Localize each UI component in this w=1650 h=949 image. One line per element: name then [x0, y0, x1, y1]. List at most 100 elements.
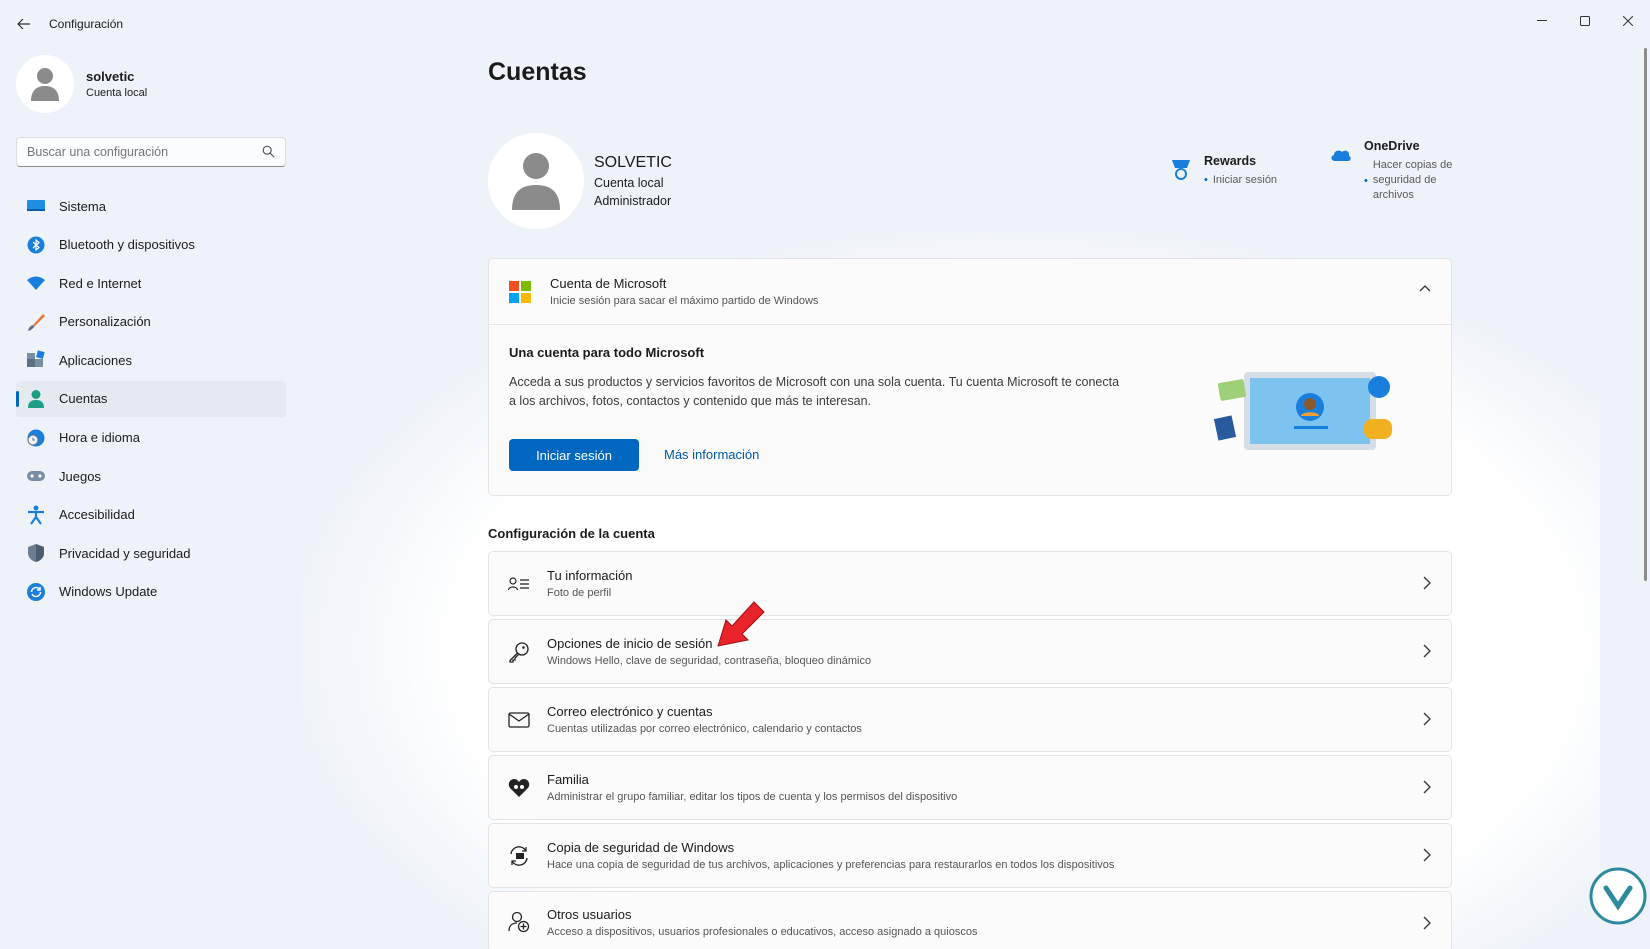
profile-header: SOLVETIC Cuenta local Administrador: [488, 133, 672, 229]
close-button[interactable]: [1606, 6, 1650, 36]
person-silhouette-icon: [31, 68, 59, 101]
microsoft-account-description: Acceda a sus productos y servicios favor…: [509, 375, 1120, 408]
microsoft-account-header[interactable]: Cuenta de Microsoft Inicie sesión para s…: [489, 259, 1451, 325]
row-tu-informacion[interactable]: Tu información Foto de perfil: [488, 551, 1452, 616]
gamepad-icon: [26, 466, 46, 486]
wifi-icon: [26, 273, 46, 293]
row-opciones-inicio-sesion[interactable]: Opciones de inicio de sesión Windows Hel…: [488, 619, 1452, 684]
bluetooth-icon: [26, 235, 46, 255]
row-title: Otros usuarios: [547, 906, 632, 922]
add-user-icon: [507, 910, 531, 934]
sidebar-item-label: Juegos: [59, 468, 101, 484]
minimize-icon: [1537, 20, 1547, 21]
onedrive-widget[interactable]: OneDrive • Hacer copias de seguridad de a…: [1330, 139, 1465, 203]
sidebar-item-label: Privacidad y seguridad: [59, 545, 191, 561]
search-box[interactable]: [16, 137, 286, 167]
minimize-button[interactable]: [1520, 6, 1564, 36]
accessibility-icon: [26, 505, 46, 525]
rewards-title: Rewards: [1204, 154, 1257, 168]
row-familia[interactable]: Familia Administrar el grupo familiar, e…: [488, 755, 1452, 820]
sidebar-nav: Sistema Bluetooth y dispositivos Red e I…: [16, 188, 286, 613]
row-otros-usuarios[interactable]: Otros usuarios Acceso a dispositivos, us…: [488, 891, 1452, 949]
sidebar-item-cuentas[interactable]: Cuentas: [16, 380, 286, 417]
sidebar-item-privacidad[interactable]: Privacidad y seguridad: [16, 535, 286, 571]
rewards-trophy-icon: [1172, 160, 1190, 180]
brush-icon: [26, 312, 46, 332]
row-title: Familia: [547, 772, 589, 787]
rewards-signin-link[interactable]: Iniciar sesión: [1213, 173, 1277, 188]
sidebar-item-juegos[interactable]: Juegos: [16, 458, 286, 494]
onedrive-title: OneDrive: [1364, 139, 1420, 153]
row-correo-cuentas[interactable]: Correo electrónico y cuentas Cuentas uti…: [488, 687, 1452, 752]
sidebar-item-label: Sistema: [59, 198, 106, 214]
family-heart-icon: [507, 776, 531, 800]
bullet: •: [1364, 175, 1368, 187]
row-title: Opciones de inicio de sesión: [547, 636, 713, 651]
sidebar-item-accesibilidad[interactable]: Accesibilidad: [16, 497, 286, 533]
scrollbar[interactable]: [1644, 48, 1647, 581]
app-title: Configuración: [49, 17, 124, 31]
title-bar: Configuración: [0, 0, 1650, 48]
row-subtitle: Hace una copia de seguridad de tus archi…: [547, 859, 1115, 871]
chevron-right-icon: [1423, 780, 1431, 794]
user-name: solvetic: [86, 69, 135, 84]
maximize-button[interactable]: [1563, 6, 1607, 36]
update-icon: [26, 582, 46, 602]
sidebar-item-personalizacion[interactable]: Personalización: [16, 304, 286, 340]
chevron-up-icon[interactable]: [1419, 284, 1431, 292]
back-button[interactable]: [8, 10, 40, 38]
sidebar-item-windows-update[interactable]: Windows Update: [16, 574, 286, 610]
row-copia-seguridad[interactable]: Copia de seguridad de Windows Hace una c…: [488, 823, 1452, 888]
row-subtitle: Foto de perfil: [547, 587, 612, 599]
user-account-type: Cuenta local: [86, 87, 148, 99]
search-input[interactable]: [17, 138, 242, 166]
onedrive-cloud-icon: [1331, 150, 1351, 161]
row-subtitle: Administrar el grupo familiar, editar lo…: [547, 791, 958, 803]
sidebar-item-label: Bluetooth y dispositivos: [59, 237, 195, 253]
search-icon[interactable]: [262, 145, 275, 158]
chevron-right-icon: [1423, 712, 1431, 726]
key-icon: [507, 640, 531, 664]
section-title-account-settings: Configuración de la cuenta: [488, 526, 655, 541]
sidebar-item-bluetooth[interactable]: Bluetooth y dispositivos: [16, 227, 286, 263]
maximize-icon: [1580, 16, 1590, 26]
row-title: Tu información: [547, 568, 633, 583]
sidebar-item-hora[interactable]: Hora e idioma: [16, 420, 286, 456]
user-card[interactable]: solvetic Cuenta local: [16, 55, 147, 113]
chevron-right-icon: [1423, 644, 1431, 658]
sidebar-item-aplicaciones[interactable]: Aplicaciones: [16, 342, 286, 378]
row-subtitle: Cuentas utilizadas por correo electrónic…: [547, 723, 862, 735]
signin-button[interactable]: Iniciar sesión: [509, 439, 639, 471]
person-silhouette-icon: [512, 153, 560, 210]
sidebar-item-label: Cuentas: [59, 391, 108, 407]
profile-role: Administrador: [594, 194, 672, 208]
bullet: •: [1204, 174, 1208, 186]
profile-account-type: Cuenta local: [594, 176, 664, 190]
row-subtitle: Windows Hello, clave de seguridad, contr…: [547, 655, 872, 667]
mail-icon: [507, 708, 531, 732]
close-icon: [1623, 16, 1633, 26]
onedrive-backup-link[interactable]: Hacer copias de seguridad de archivos: [1373, 158, 1465, 203]
sidebar-item-red[interactable]: Red e Internet: [16, 265, 286, 301]
row-title: Correo electrónico y cuentas: [547, 704, 713, 719]
monitor-icon: [26, 196, 46, 216]
sidebar-item-label: Accesibilidad: [59, 507, 135, 523]
row-title: Copia de seguridad de Windows: [547, 840, 735, 855]
sidebar-item-label: Hora e idioma: [59, 430, 140, 446]
sidebar-item-label: Windows Update: [59, 584, 158, 600]
avatar: [16, 55, 74, 113]
sidebar-item-label: Red e Internet: [59, 275, 142, 291]
microsoft-account-card: Cuenta de Microsoft Inicie sesión para s…: [488, 258, 1452, 496]
solvetic-watermark-logo: [1589, 867, 1647, 925]
avatar[interactable]: [488, 133, 584, 229]
chevron-right-icon: [1423, 576, 1431, 590]
microsoft-logo-icon: [509, 280, 531, 303]
more-info-link[interactable]: Más información: [664, 447, 759, 462]
rewards-widget[interactable]: Rewards • Iniciar sesión: [1170, 154, 1277, 188]
profile-name: SOLVETIC: [594, 154, 672, 171]
page-title: Cuentas: [488, 58, 587, 86]
microsoft-account-illustration: [1214, 372, 1392, 450]
sidebar-item-sistema[interactable]: Sistema: [16, 188, 286, 224]
person-icon: [26, 389, 46, 409]
microsoft-account-subtitle: Inicie sesión para sacar el máximo parti…: [550, 295, 819, 307]
